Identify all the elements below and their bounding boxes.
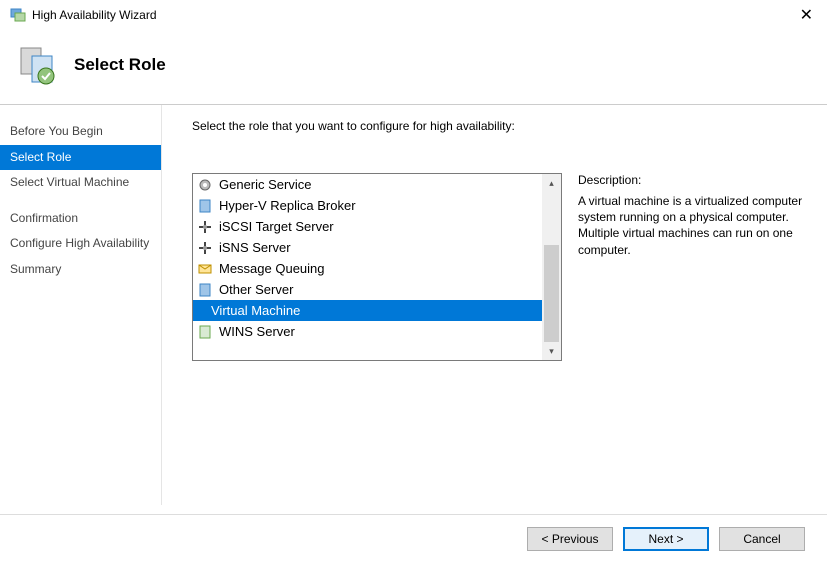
- wizard-icon: [18, 44, 60, 86]
- step-select-role[interactable]: Select Role: [0, 145, 161, 171]
- scroll-up-button[interactable]: ▴: [542, 174, 561, 192]
- page-title: Select Role: [74, 55, 166, 75]
- description-text: A virtual machine is a virtualized compu…: [578, 193, 809, 258]
- gear-icon: [197, 177, 213, 193]
- step-confirmation[interactable]: Confirmation: [0, 206, 161, 232]
- scroll-down-button[interactable]: ▾: [542, 342, 561, 360]
- server-icon: [197, 282, 213, 298]
- role-item-other-server[interactable]: Other Server: [193, 279, 542, 300]
- listbox-scrollbar[interactable]: ▴ ▾: [542, 174, 561, 360]
- wizard-header: Select Role: [0, 30, 827, 104]
- role-item-virtual-machine[interactable]: Virtual Machine: [193, 300, 542, 321]
- role-label: Other Server: [219, 282, 293, 297]
- titlebar: High Availability Wizard ✕: [0, 0, 827, 30]
- instruction-text: Select the role that you want to configu…: [192, 119, 809, 133]
- previous-button[interactable]: < Previous: [527, 527, 613, 551]
- content-pane: Select the role that you want to configu…: [162, 105, 827, 505]
- role-item-hyperv-replica-broker[interactable]: Hyper-V Replica Broker: [193, 195, 542, 216]
- step-summary[interactable]: Summary: [0, 257, 161, 283]
- app-icon: [10, 7, 26, 23]
- iscsi-icon: [197, 219, 213, 235]
- step-before-you-begin[interactable]: Before You Begin: [0, 119, 161, 145]
- role-item-isns-server[interactable]: iSNS Server: [193, 237, 542, 258]
- role-label: Message Queuing: [219, 261, 325, 276]
- description-label: Description:: [578, 173, 809, 187]
- footer-divider: [0, 514, 827, 515]
- close-button[interactable]: ✕: [796, 5, 817, 25]
- role-listbox[interactable]: Generic Service Hyper-V Replica Broker i…: [192, 173, 562, 361]
- role-label: Generic Service: [219, 177, 311, 192]
- scroll-track[interactable]: [542, 192, 561, 342]
- role-label: WINS Server: [219, 324, 295, 339]
- isns-icon: [197, 240, 213, 256]
- cancel-button[interactable]: Cancel: [719, 527, 805, 551]
- wins-icon: [197, 324, 213, 340]
- next-button[interactable]: Next >: [623, 527, 709, 551]
- scroll-thumb[interactable]: [544, 245, 559, 343]
- role-label: iSCSI Target Server: [219, 219, 334, 234]
- window-title: High Availability Wizard: [32, 8, 157, 22]
- role-item-iscsi-target-server[interactable]: iSCSI Target Server: [193, 216, 542, 237]
- wizard-steps-sidebar: Before You Begin Select Role Select Virt…: [0, 105, 162, 505]
- role-label: Virtual Machine: [211, 303, 300, 318]
- description-panel: Description: A virtual machine is a virt…: [578, 173, 809, 361]
- step-configure-high-availability[interactable]: Configure High Availability: [0, 231, 161, 257]
- role-item-message-queuing[interactable]: Message Queuing: [193, 258, 542, 279]
- role-label: iSNS Server: [219, 240, 291, 255]
- step-select-virtual-machine[interactable]: Select Virtual Machine: [0, 170, 161, 196]
- role-item-generic-service[interactable]: Generic Service: [193, 174, 542, 195]
- wizard-button-row: < Previous Next > Cancel: [527, 517, 805, 551]
- role-label: Hyper-V Replica Broker: [219, 198, 356, 213]
- message-icon: [197, 261, 213, 277]
- server-icon: [197, 198, 213, 214]
- role-item-wins-server[interactable]: WINS Server: [193, 321, 542, 342]
